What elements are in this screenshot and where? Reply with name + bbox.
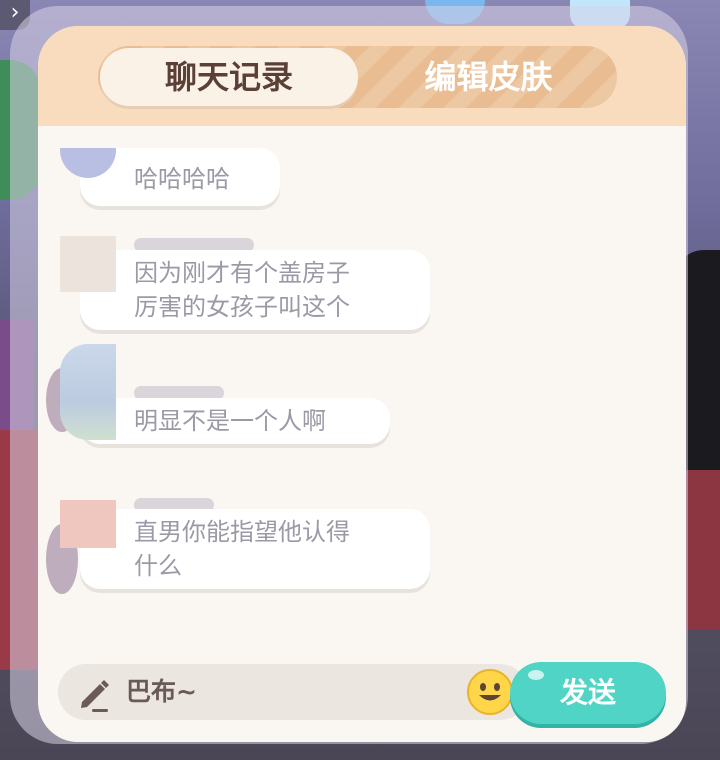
- avatar[interactable]: [60, 344, 116, 440]
- message-text: 明显不是一个人啊: [134, 407, 326, 435]
- message-text: 什么: [134, 552, 182, 580]
- tab-edit-skin[interactable]: 编辑皮肤: [360, 46, 617, 108]
- chat-input-value[interactable]: 巴布~: [126, 664, 197, 720]
- chat-input[interactable]: 巴布~: [58, 664, 528, 720]
- tab-bar: 聊天记录 编辑皮肤: [38, 26, 686, 126]
- message-text: 直男你能指望他认得: [134, 518, 350, 546]
- chat-panel: 聊天记录 编辑皮肤 哈哈哈哈 因为刚才有个盖房子 厉害的女孩子叫这个 明显不是一…: [10, 6, 688, 744]
- message-text: 因为刚才有个盖房子: [134, 259, 350, 287]
- send-button[interactable]: 发送: [510, 662, 666, 724]
- tab-chat-log[interactable]: 聊天记录: [100, 48, 358, 106]
- chat-panel-inner: 聊天记录 编辑皮肤 哈哈哈哈 因为刚才有个盖房子 厉害的女孩子叫这个 明显不是一…: [38, 26, 686, 742]
- avatar[interactable]: [60, 500, 116, 548]
- tab-switch: 聊天记录 编辑皮肤: [98, 46, 617, 108]
- pencil-icon: [81, 680, 109, 712]
- send-button-shine: [528, 670, 544, 680]
- message-list[interactable]: 哈哈哈哈 因为刚才有个盖房子 厉害的女孩子叫这个 明显不是一个人啊 直男你能指望…: [38, 126, 686, 664]
- message-text: 哈哈哈哈: [134, 165, 230, 193]
- message-text: 厉害的女孩子叫这个: [134, 293, 350, 321]
- send-button-label: 发送: [559, 676, 616, 709]
- smiley-icon[interactable]: [466, 668, 514, 716]
- avatar[interactable]: [60, 236, 116, 292]
- message-bubble: 直男你能指望他认得 什么: [80, 509, 430, 589]
- message-bubble: 因为刚才有个盖房子 厉害的女孩子叫这个: [80, 250, 430, 330]
- message-bubble: 明显不是一个人啊: [80, 398, 390, 444]
